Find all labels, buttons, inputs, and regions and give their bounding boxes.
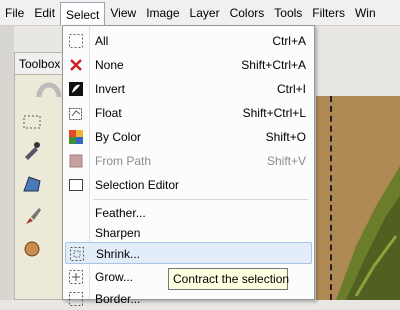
shrink-icon xyxy=(70,247,84,261)
menu-item-selection-editor[interactable]: Selection Editor xyxy=(65,174,312,196)
menu-item-label: None xyxy=(95,58,124,72)
menu-item-none[interactable]: None Shift+Ctrl+A xyxy=(65,54,312,76)
menu-item-shrink[interactable]: Shrink... xyxy=(65,242,312,264)
menu-item-from-path: From Path Shift+V xyxy=(65,150,312,172)
grow-icon xyxy=(69,270,83,284)
menu-windows[interactable]: Win xyxy=(350,2,381,24)
menu-item-shortcut: Shift+Ctrl+A xyxy=(241,58,306,72)
menu-tools[interactable]: Tools xyxy=(269,2,307,24)
selection-marching-ants xyxy=(330,96,400,300)
menu-layer[interactable]: Layer xyxy=(185,2,225,24)
menu-select[interactable]: Select xyxy=(60,1,106,26)
menu-item-border[interactable]: Border... xyxy=(65,288,312,310)
menu-item-shortcut: Shift+Ctrl+L xyxy=(242,106,306,120)
menu-item-all[interactable]: All Ctrl+A xyxy=(65,30,312,52)
window-edge xyxy=(0,26,14,300)
menu-item-invert[interactable]: Invert Ctrl+I xyxy=(65,78,312,100)
menu-image[interactable]: Image xyxy=(141,2,184,24)
menu-item-feather[interactable]: Feather... xyxy=(65,202,312,224)
menu-item-shortcut: Shift+V xyxy=(266,154,306,168)
selection-editor-icon xyxy=(69,179,83,191)
menu-item-label: Float xyxy=(95,106,122,120)
menu-file[interactable]: File xyxy=(0,2,29,24)
smudge-tool-icon[interactable] xyxy=(21,237,43,259)
menu-item-label: Sharpen xyxy=(95,226,141,240)
menu-colors[interactable]: Colors xyxy=(225,2,270,24)
select-none-icon xyxy=(70,59,82,71)
menu-item-sharpen[interactable]: Sharpen xyxy=(65,222,312,244)
select-menu: All Ctrl+A None Shift+Ctrl+A Invert Ctrl… xyxy=(62,25,315,306)
menu-edit[interactable]: Edit xyxy=(29,2,60,24)
perspective-tool-icon[interactable] xyxy=(21,173,43,195)
menu-item-float[interactable]: Float Shift+Ctrl+L xyxy=(65,102,312,124)
by-color-icon xyxy=(69,130,83,144)
select-all-icon xyxy=(69,34,83,48)
paintbrush-tool-icon[interactable] xyxy=(21,205,43,227)
menu-item-label: Selection Editor xyxy=(95,178,180,192)
menu-item-by-color[interactable]: By Color Shift+O xyxy=(65,126,312,148)
float-icon xyxy=(69,108,82,120)
menu-item-label: By Color xyxy=(95,130,142,144)
from-path-icon xyxy=(69,154,83,168)
rect-select-tool-icon[interactable] xyxy=(21,111,43,133)
menu-item-label: Feather... xyxy=(95,206,146,220)
menu-item-label: From Path xyxy=(95,154,152,168)
menu-filters[interactable]: Filters xyxy=(307,2,350,24)
invert-icon xyxy=(69,82,83,96)
menubar: File Edit Select View Image Layer Colors… xyxy=(0,0,400,26)
menu-item-shortcut: Ctrl+A xyxy=(272,34,306,48)
menu-separator xyxy=(93,199,308,200)
ellipse-select-tool-icon[interactable] xyxy=(35,79,63,101)
menu-item-label: Shrink... xyxy=(96,247,141,261)
menu-item-label: Invert xyxy=(95,82,126,96)
menu-item-shortcut: Shift+O xyxy=(265,130,306,144)
tooltip: Contract the selection xyxy=(168,268,289,290)
menu-view[interactable]: View xyxy=(105,2,141,24)
menu-item-shortcut: Ctrl+I xyxy=(276,82,306,96)
menu-item-label: Grow... xyxy=(95,270,134,284)
color-picker-tool-icon[interactable] xyxy=(21,139,43,161)
menu-item-label: All xyxy=(95,34,109,48)
menu-item-label: Border... xyxy=(95,292,141,306)
border-icon xyxy=(69,292,83,306)
